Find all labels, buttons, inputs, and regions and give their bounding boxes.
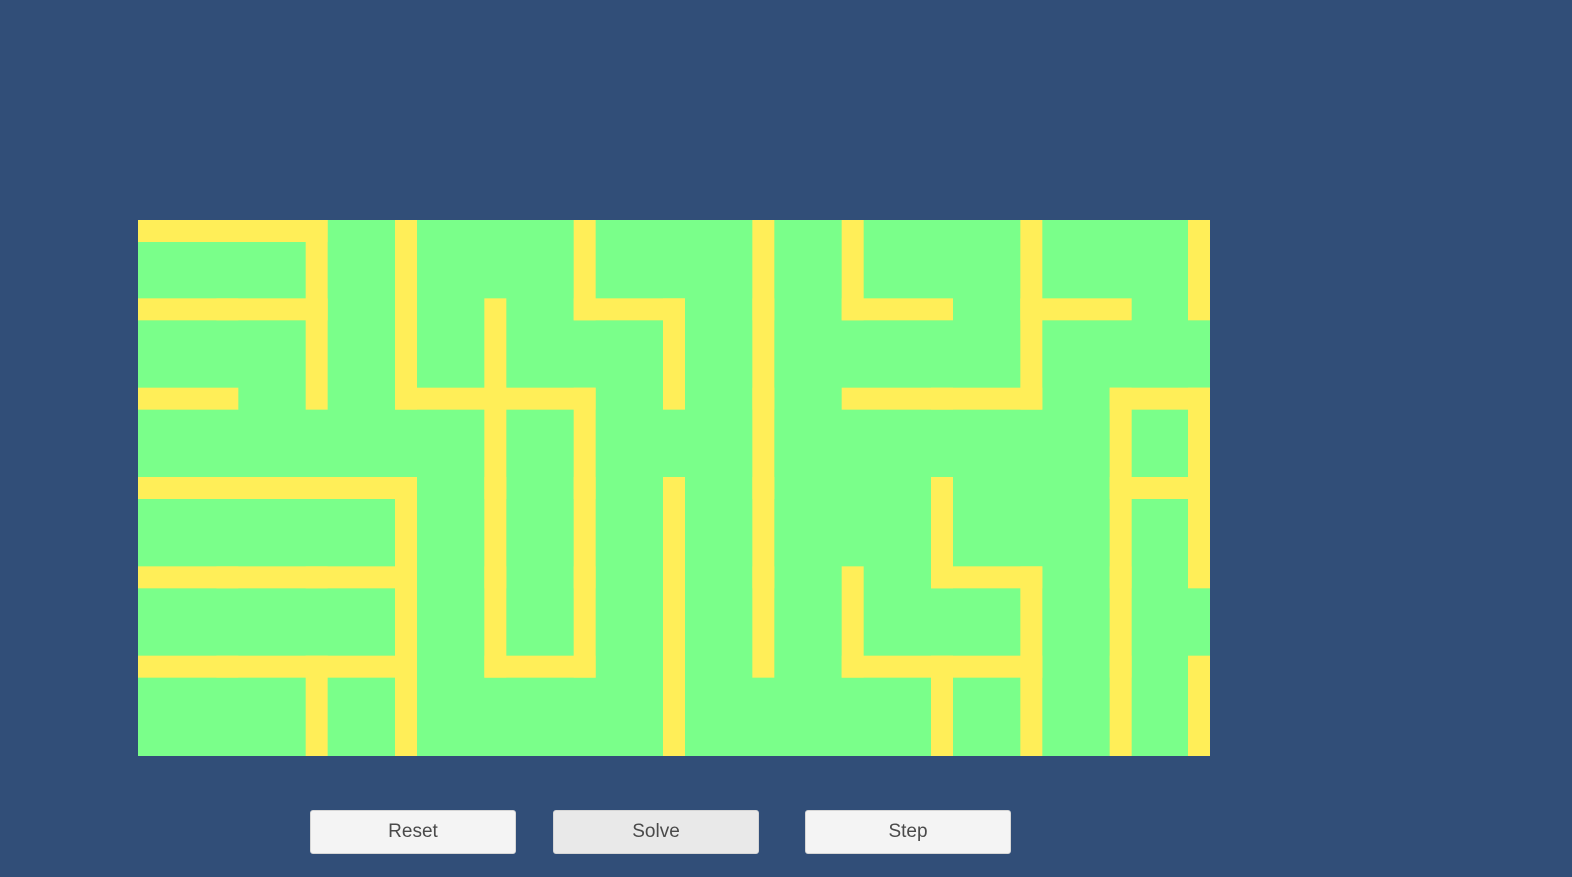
- maze-wall-vertical: [841, 220, 864, 321]
- maze-wall-vertical: [931, 655, 953, 756]
- maze-wall-vertical: [573, 220, 596, 321]
- maze-wall-vertical: [305, 655, 328, 756]
- maze-wall-vertical: [1188, 655, 1210, 756]
- maze-wall-vertical: [395, 655, 417, 756]
- maze-wall-vertical: [1188, 477, 1210, 589]
- maze-wall-vertical: [1109, 655, 1132, 756]
- maze-wall-vertical: [663, 655, 685, 756]
- maze-wall-vertical: [1188, 220, 1210, 321]
- maze-wall-horizontal: [138, 387, 239, 410]
- maze-wall-vertical: [931, 477, 953, 589]
- step-button[interactable]: Step: [805, 810, 1011, 854]
- maze-wall-vertical: [395, 298, 417, 410]
- maze-wall-vertical: [305, 298, 328, 410]
- maze-wall-vertical: [484, 566, 507, 678]
- maze-wall-vertical: [1020, 655, 1043, 756]
- maze-board: [138, 220, 1210, 756]
- solve-button[interactable]: Solve: [553, 810, 759, 854]
- maze-wall-vertical: [841, 566, 864, 678]
- maze-wall-vertical: [752, 566, 775, 678]
- maze-wall-vertical: [1020, 298, 1043, 410]
- maze-wall-vertical: [573, 566, 596, 678]
- maze-wall-vertical: [663, 298, 685, 410]
- reset-button[interactable]: Reset: [310, 810, 516, 854]
